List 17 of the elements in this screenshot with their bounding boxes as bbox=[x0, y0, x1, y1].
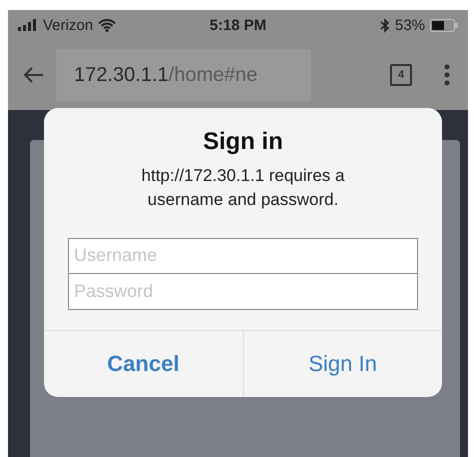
signal-icon bbox=[18, 19, 38, 31]
wifi-icon bbox=[98, 18, 116, 32]
battery-percent: 53% bbox=[394, 16, 426, 34]
password-field[interactable]: Password bbox=[68, 274, 418, 310]
address-bar[interactable]: 172.30.1.1/home#ne bbox=[56, 49, 311, 101]
status-time: 5:18 PM bbox=[210, 16, 266, 34]
back-arrow-icon[interactable] bbox=[22, 66, 44, 84]
carrier-name: Verizon bbox=[43, 16, 94, 34]
battery-icon bbox=[430, 18, 458, 32]
bluetooth-icon bbox=[380, 18, 390, 32]
username-field[interactable]: Username bbox=[68, 238, 418, 274]
tab-count-button[interactable]: 4 bbox=[390, 64, 412, 86]
dialog-title: Sign in bbox=[203, 128, 283, 156]
sign-in-button[interactable]: Sign In bbox=[242, 330, 442, 397]
cancel-button[interactable]: Cancel bbox=[44, 330, 242, 397]
dialog-message: http://172.30.1.1 requires a username and password. bbox=[140, 165, 346, 211]
menu-icon[interactable] bbox=[444, 64, 450, 86]
